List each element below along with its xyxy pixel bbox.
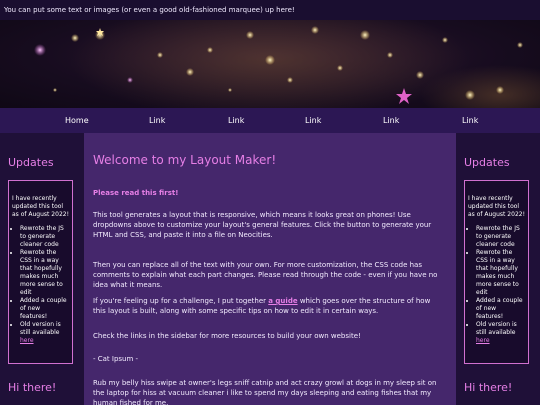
page-layout: Updates I have recently updated this too… (0, 133, 540, 405)
updates-heading: Updates (8, 156, 54, 169)
old-version-link[interactable]: here (20, 337, 34, 344)
update-item: Rewrote the JS to generate cleaner code (476, 225, 525, 249)
nav-link-1[interactable]: Link (149, 116, 165, 125)
nav-link-2[interactable]: Link (228, 116, 244, 125)
old-version-link[interactable]: here (476, 337, 490, 344)
paragraph-intro: This tool generates a layout that is res… (93, 211, 432, 239)
updates-list: Rewrote the JS to generate cleaner code … (12, 225, 69, 345)
update-item-text: Old version is still available (20, 321, 61, 336)
update-item: Old version is still available here (476, 321, 525, 345)
update-item: Added a couple of new features! (20, 297, 69, 321)
header-banner-image (0, 20, 540, 108)
updates-intro: I have recently updated this tool as of … (468, 195, 525, 218)
updates-intro: I have recently updated this tool as of … (12, 195, 69, 218)
right-sidebar: Updates I have recently updated this too… (456, 133, 540, 405)
update-item: Added a couple of new features! (476, 297, 525, 321)
paragraph-guide: If you're feeling up for a challenge, I … (93, 296, 445, 316)
updates-list: Rewrote the JS to generate cleaner code … (468, 225, 525, 345)
updates-box: I have recently updated this tool as of … (8, 180, 73, 364)
update-item: Rewrote the CSS in a way that hopefully … (20, 249, 69, 297)
update-item: Old version is still available here (20, 321, 69, 345)
guide-text-before: If you're feeling up for a challenge, I … (93, 297, 267, 305)
top-navigation: Home Link Link Link Link Link (0, 108, 540, 133)
update-item: Rewrote the CSS in a way that hopefully … (476, 249, 525, 297)
update-item-text: Old version is still available (476, 321, 517, 336)
nav-link-5[interactable]: Link (462, 116, 478, 125)
guide-link[interactable]: a guide (268, 297, 297, 305)
paragraph-customize: Then you can replace all of the text wit… (93, 261, 438, 289)
paragraph-sidebar-links: Check the links in the sidebar for more … (93, 332, 361, 340)
hi-there-heading: Hi there! (464, 381, 513, 394)
starry-banner-art (34, 20, 540, 108)
main-content: Welcome to my Layout Maker! Please read … (84, 133, 456, 405)
left-sidebar: Updates I have recently updated this too… (0, 133, 84, 405)
nav-link-4[interactable]: Link (383, 116, 399, 125)
updates-box: I have recently updated this tool as of … (464, 180, 529, 364)
page-title: Welcome to my Layout Maker! (93, 153, 277, 167)
update-item: Rewrote the JS to generate cleaner code (20, 225, 69, 249)
hi-there-heading: Hi there! (8, 381, 57, 394)
paragraph-cat-ipsum: Rub my belly hiss swipe at owner's legs … (93, 379, 437, 405)
cat-ipsum-heading: - Cat Ipsum - (93, 355, 139, 363)
nav-home-link[interactable]: Home (65, 116, 89, 125)
top-marquee: You can put some text or images (or even… (0, 0, 540, 20)
updates-heading: Updates (464, 156, 510, 169)
nav-link-3[interactable]: Link (305, 116, 321, 125)
marquee-text: You can put some text or images (or even… (4, 6, 295, 14)
read-first-subtitle: Please read this first! (93, 189, 179, 197)
